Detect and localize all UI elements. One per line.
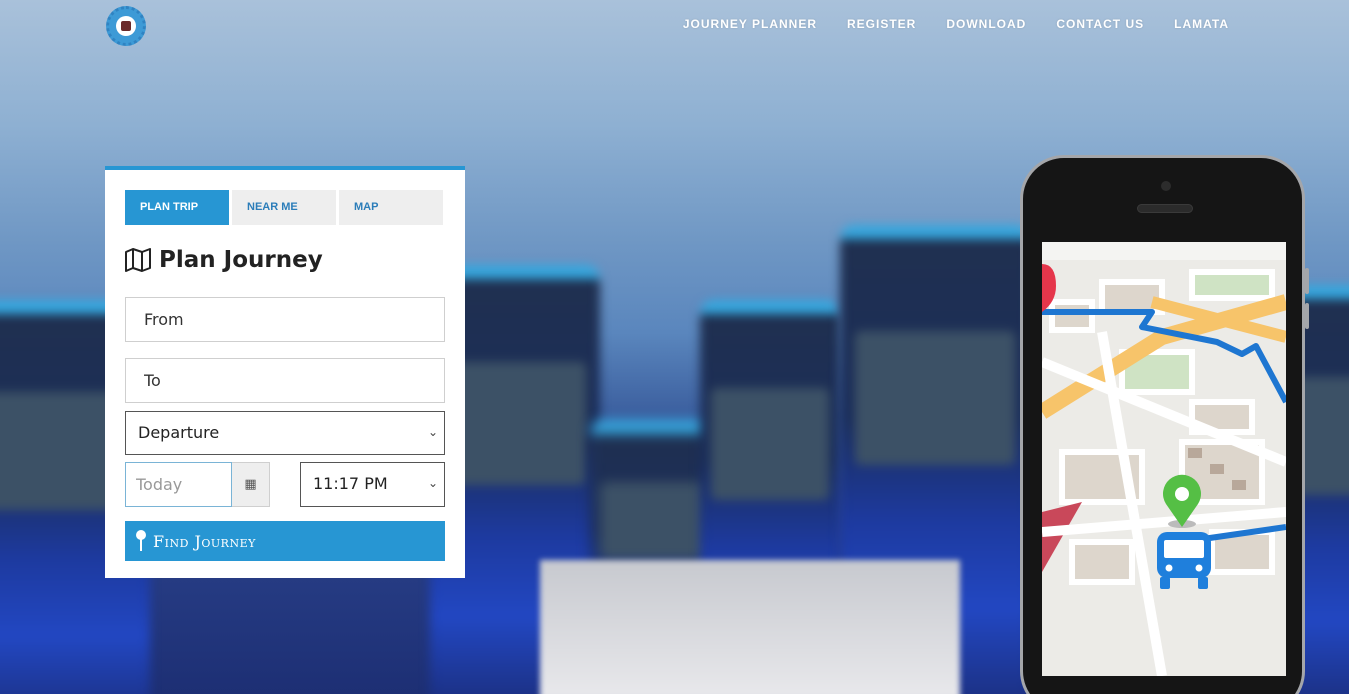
nav-register[interactable]: REGISTER — [847, 17, 916, 31]
map-graphic — [1042, 260, 1286, 676]
planner-tabs: PLAN TRIP NEAR ME MAP — [125, 190, 443, 225]
tab-plan-trip[interactable]: PLAN TRIP — [125, 190, 229, 225]
tab-map[interactable]: MAP — [339, 190, 443, 225]
chevron-down-icon: ⌄ — [427, 476, 438, 490]
calendar-icon[interactable]: ▦ — [232, 462, 270, 507]
main-nav: JOURNEY PLANNER REGISTER DOWNLOAD CONTAC… — [683, 17, 1229, 31]
ground — [540, 560, 960, 694]
tab-near-me[interactable]: NEAR ME — [232, 190, 336, 225]
speaker-grille — [1137, 204, 1193, 213]
chevron-down-icon: ⌄ — [427, 425, 438, 439]
find-journey-button[interactable]: Find Journey — [125, 521, 445, 561]
departure-select-value: Departure — [138, 423, 220, 442]
nav-download[interactable]: DOWNLOAD — [946, 17, 1026, 31]
planner-title-row: Plan Journey — [124, 247, 323, 273]
find-journey-label: Find Journey — [153, 531, 256, 551]
nav-lamata[interactable]: LAMATA — [1174, 17, 1229, 31]
to-input[interactable] — [125, 358, 445, 403]
page-title: Plan Journey — [159, 247, 323, 273]
lamata-logo-icon[interactable] — [106, 6, 146, 46]
departure-select[interactable]: Departure ⌄ — [125, 411, 445, 455]
from-input[interactable] — [125, 297, 445, 342]
journey-planner-panel: PLAN TRIP NEAR ME MAP Plan Journey Depar… — [105, 166, 465, 578]
time-select-value: 11:17 PM — [313, 474, 388, 493]
pin-icon — [135, 530, 147, 552]
nav-journey-planner[interactable]: JOURNEY PLANNER — [683, 17, 817, 31]
phone-illustration — [1020, 155, 1309, 694]
map-icon — [125, 248, 151, 272]
date-input[interactable] — [125, 462, 232, 507]
nav-contact-us[interactable]: CONTACT US — [1056, 17, 1144, 31]
time-select[interactable]: 11:17 PM ⌄ — [300, 462, 445, 507]
camera-icon — [1161, 181, 1171, 191]
phone-map-screen — [1042, 242, 1286, 676]
